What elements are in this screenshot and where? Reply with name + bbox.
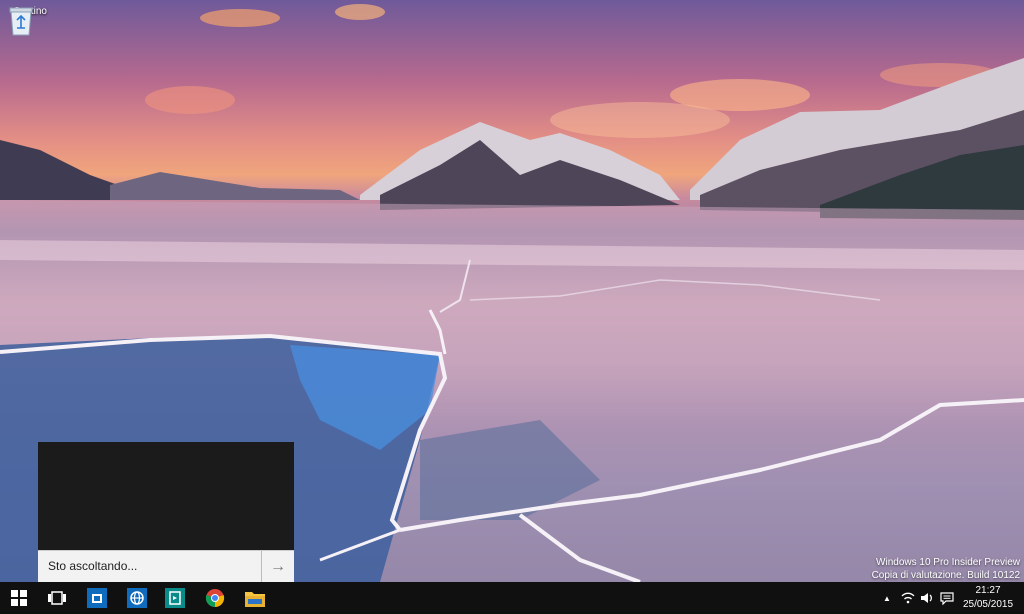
folder-icon — [245, 592, 265, 607]
chrome-icon — [205, 589, 225, 608]
chrome-button[interactable] — [196, 582, 234, 614]
build-watermark: Windows 10 Pro Insider Preview Copia di … — [872, 556, 1020, 582]
chevron-up-icon: ▲ — [883, 593, 891, 603]
taskbar: ▲ 21:27 25/05/2015 — [0, 582, 1024, 614]
start-button[interactable] — [0, 582, 38, 614]
store-button[interactable] — [78, 582, 116, 614]
task-view-button[interactable] — [38, 582, 76, 614]
volume-button[interactable] — [918, 582, 936, 614]
edge-button[interactable] — [118, 582, 156, 614]
watermark-line-1: Windows 10 Pro Insider Preview — [876, 557, 1020, 568]
arrow-right-icon: → — [270, 558, 286, 575]
app-button[interactable] — [156, 582, 194, 614]
network-icon — [901, 592, 915, 604]
file-explorer-button[interactable] — [236, 582, 274, 614]
cortana-submit-button[interactable]: → — [261, 551, 294, 583]
recycle-bin[interactable]: Cestino — [8, 6, 52, 36]
task-view-icon — [48, 591, 66, 605]
spartan-browser-icon — [127, 588, 147, 608]
watermark-line-2: Copia di valutazione. Build 10122 — [871, 570, 1020, 581]
cortana-panel[interactable]: Sto ascoltando... → — [38, 442, 294, 583]
volume-icon — [921, 593, 932, 603]
app-icon — [165, 588, 185, 608]
taskbar-clock[interactable]: 21:27 25/05/2015 — [952, 584, 1024, 612]
network-button[interactable] — [898, 582, 918, 614]
clock-date: 25/05/2015 — [962, 599, 1014, 610]
cortana-search-input[interactable]: Sto ascoltando... — [48, 559, 137, 573]
store-icon — [87, 588, 107, 608]
windows-logo-icon — [11, 590, 27, 606]
recycle-bin-icon — [9, 7, 33, 36]
tray-chevron-button[interactable]: ▲ — [880, 582, 894, 614]
clock-time: 21:27 — [975, 585, 1001, 596]
cortana-search-bar[interactable]: Sto ascoltando... → — [38, 550, 294, 583]
